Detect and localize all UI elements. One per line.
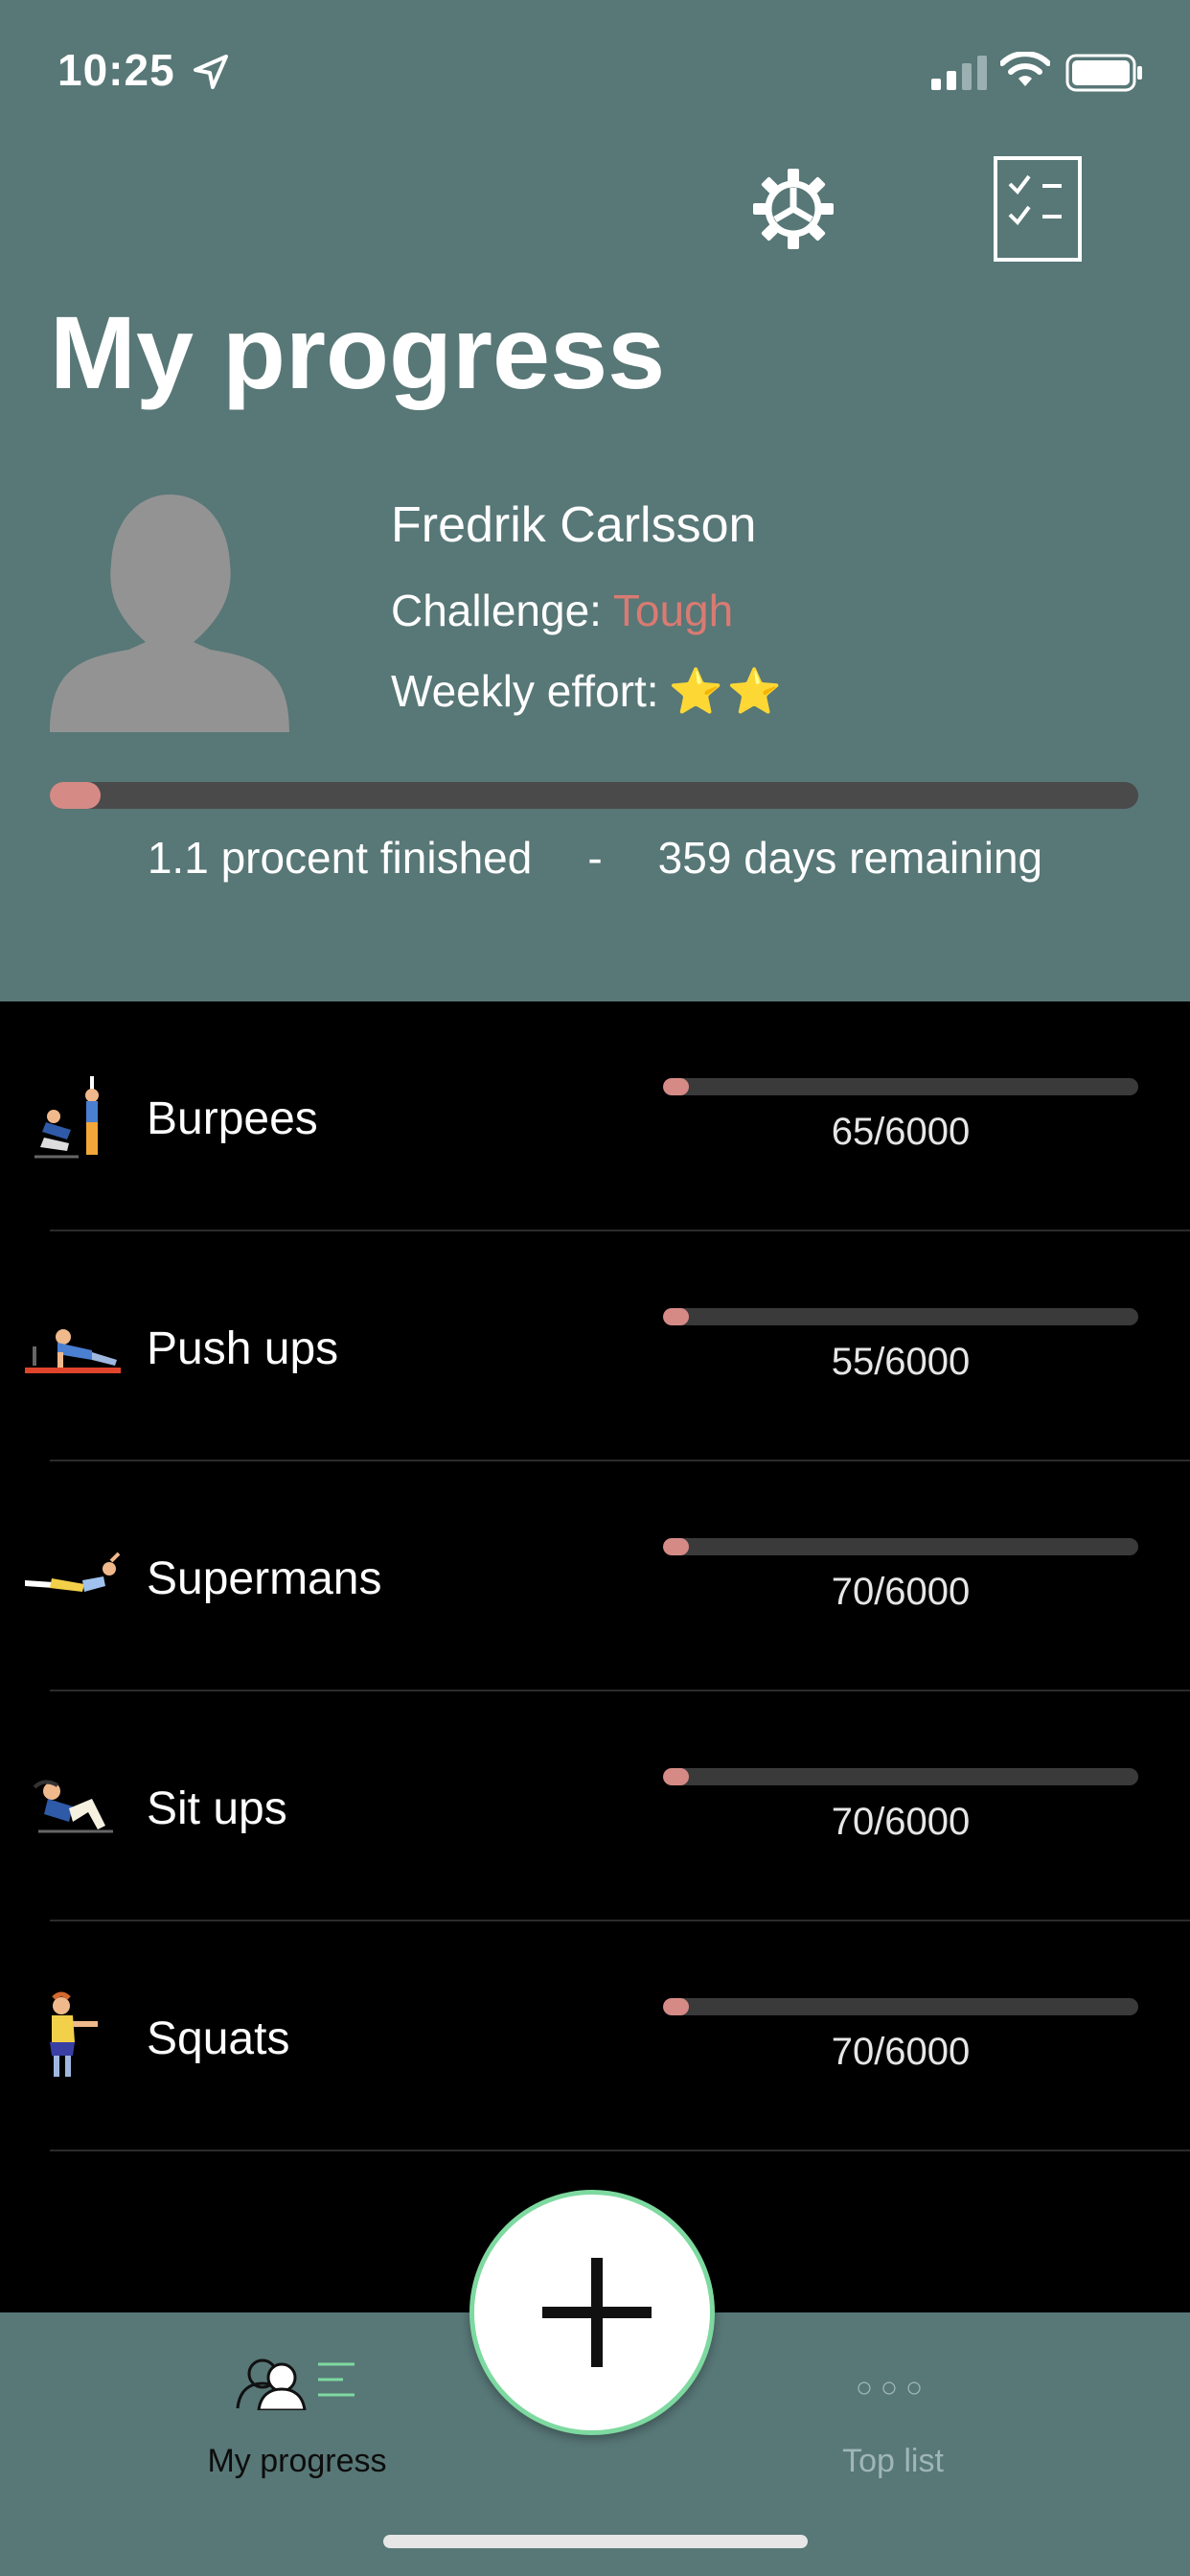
progress-summary: 1.1 procent finished - 359 days remaining xyxy=(0,832,1190,884)
exercise-progress-bar xyxy=(663,1308,1138,1325)
tab-top-list-label: Top list xyxy=(842,2443,944,2479)
exercise-progress-fill xyxy=(663,1078,689,1095)
burpees-icon xyxy=(34,1076,99,1159)
row-divider xyxy=(50,2150,1190,2151)
battery-icon xyxy=(1065,54,1142,92)
status-time: 10:25 xyxy=(57,45,175,95)
exercise-count: 70/6000 xyxy=(831,2031,971,2073)
overall-progress-fill xyxy=(50,782,102,809)
location-arrow-icon xyxy=(194,55,228,89)
exercise-progress-bar xyxy=(663,1538,1138,1555)
user-name: Fredrik Carlsson xyxy=(391,497,757,553)
exercise-label: Push ups xyxy=(147,1323,339,1374)
exercise-progress-bar xyxy=(663,1998,1138,2015)
exercise-progress-bar xyxy=(663,1078,1138,1095)
star-icons: ⭐⭐ xyxy=(668,666,787,716)
exercise-label: Sit ups xyxy=(147,1783,287,1834)
weekly-effort-label: Weekly effort: xyxy=(391,666,659,716)
avatar xyxy=(50,494,289,732)
settings-gear-icon[interactable] xyxy=(749,165,837,253)
exercise-progress-bar xyxy=(663,1768,1138,1785)
tab-top-list[interactable]: ○○○ Top list xyxy=(740,2334,1046,2487)
challenge-label: Challenge: xyxy=(391,586,602,635)
exercise-row-sit-ups[interactable]: Sit ups 70/6000 xyxy=(0,1691,1190,1921)
signal-icon xyxy=(931,56,987,90)
exercise-label: Supermans xyxy=(147,1553,382,1604)
exercise-list: Burpees 65/6000 Push ups 55/6000 Superma… xyxy=(0,1001,1190,2151)
exercise-row-squats[interactable]: Squats 70/6000 xyxy=(0,1921,1190,2151)
my-progress-icon xyxy=(236,2358,355,2410)
exercise-progress-fill xyxy=(663,1768,689,1785)
exercise-label: Burpees xyxy=(147,1093,318,1144)
tab-my-progress-label: My progress xyxy=(207,2443,387,2479)
exercise-label: Squats xyxy=(147,2013,290,2064)
home-indicator xyxy=(383,2535,808,2548)
page-title: My progress xyxy=(50,294,666,410)
exercise-count: 55/6000 xyxy=(831,1341,971,1383)
summary-separator: - xyxy=(587,833,603,883)
dots-icon: ○○○ xyxy=(855,2372,931,2404)
push-ups-icon xyxy=(25,1329,121,1373)
challenge-line: Challenge: Tough xyxy=(391,585,733,636)
challenge-value: Tough xyxy=(612,586,734,635)
squats-icon xyxy=(50,1991,98,2077)
sit-ups-icon xyxy=(33,1780,113,1833)
exercise-count: 70/6000 xyxy=(831,1571,971,1613)
exercise-count: 70/6000 xyxy=(831,1801,971,1843)
exercise-row-burpees[interactable]: Burpees 65/6000 xyxy=(0,1001,1190,1231)
days-remaining-text: 359 days remaining xyxy=(657,833,1043,883)
exercise-progress-fill xyxy=(663,1538,689,1555)
overall-progress-bar xyxy=(50,782,1138,809)
supermans-icon xyxy=(25,1552,121,1592)
exercise-count: 65/6000 xyxy=(831,1111,971,1153)
tab-my-progress[interactable]: My progress xyxy=(144,2334,450,2487)
exercise-row-push-ups[interactable]: Push ups 55/6000 xyxy=(0,1231,1190,1461)
exercise-progress-fill xyxy=(663,1308,689,1325)
header: 10:25 My progress Fredrik Carlsson Chall… xyxy=(0,0,1190,1001)
add-exercise-button[interactable] xyxy=(469,2190,715,2435)
weekly-effort-line: Weekly effort: ⭐⭐ xyxy=(391,665,786,718)
checklist-icon[interactable] xyxy=(993,155,1083,263)
wifi-icon xyxy=(1000,52,1050,86)
percent-finished-text: 1.1 procent finished xyxy=(147,833,533,883)
plus-icon-bar xyxy=(542,2307,652,2318)
exercise-row-supermans[interactable]: Supermans 70/6000 xyxy=(0,1461,1190,1691)
exercise-progress-fill xyxy=(663,1998,689,2015)
